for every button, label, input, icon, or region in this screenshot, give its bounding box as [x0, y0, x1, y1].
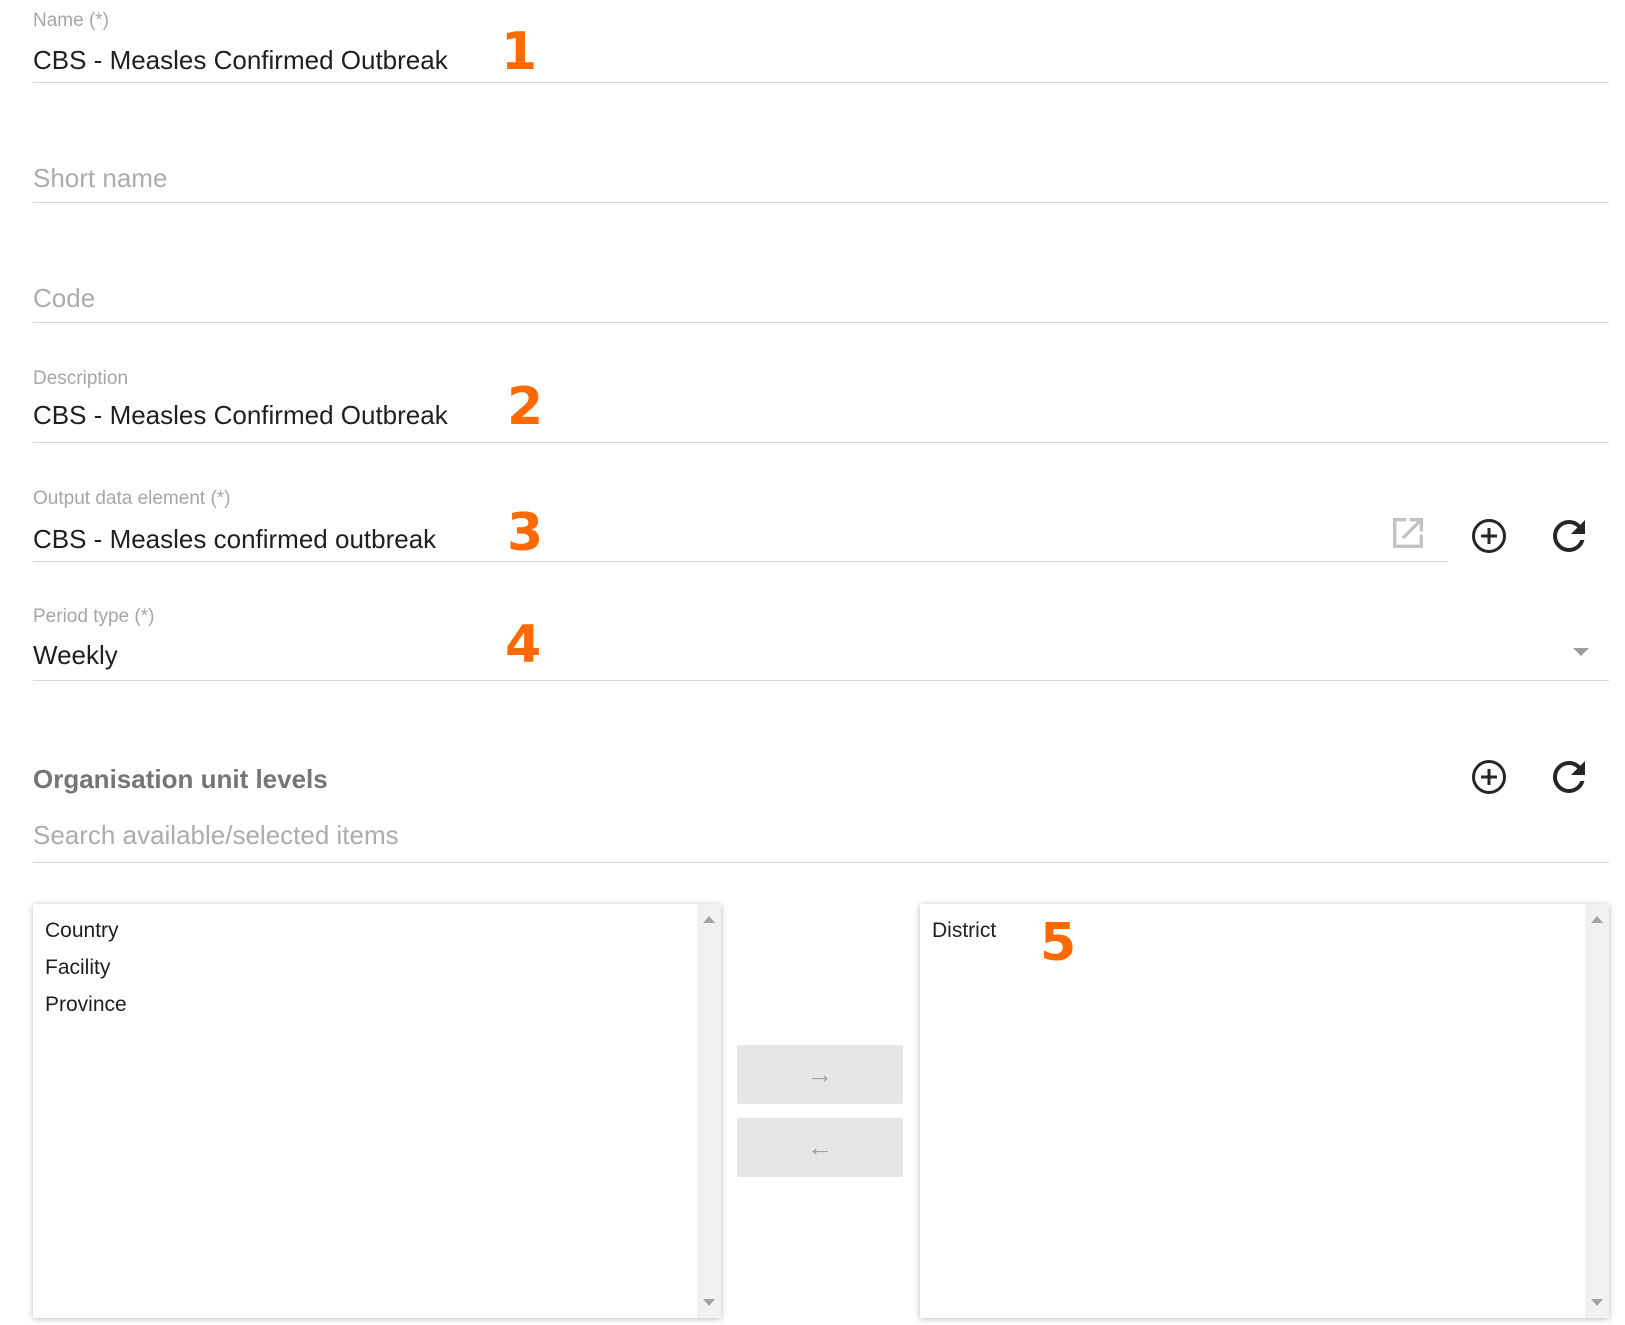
open-in-new-icon[interactable] — [1388, 513, 1428, 553]
short-name-placeholder: Short name — [33, 163, 168, 193]
add-circle-icon — [1472, 760, 1506, 794]
scroll-down-icon[interactable] — [1591, 1299, 1603, 1306]
add-org-unit-level-button[interactable] — [1465, 753, 1513, 801]
refresh-output-data-element-button[interactable] — [1545, 512, 1593, 560]
move-left-button[interactable]: ← — [737, 1118, 903, 1177]
refresh-org-unit-levels-button[interactable] — [1545, 753, 1593, 801]
refresh-icon — [1552, 760, 1585, 793]
period-type-value: Weekly — [33, 640, 118, 670]
period-type-label: Period type (*) — [33, 606, 155, 627]
search-placeholder: Search available/selected items — [33, 820, 399, 850]
move-right-button[interactable]: → — [737, 1045, 903, 1104]
period-type-select[interactable]: Period type (*) Weekly — [33, 600, 1609, 681]
output-data-element-value[interactable]: CBS - Measles confirmed outbreak — [33, 524, 436, 555]
list-item-facility[interactable]: Facility — [45, 949, 691, 986]
scroll-up-icon[interactable] — [703, 916, 715, 923]
code-placeholder: Code — [33, 283, 96, 313]
caret-down-icon — [1573, 648, 1589, 656]
name-value[interactable]: CBS - Measles Confirmed Outbreak — [33, 45, 448, 76]
short-name-field[interactable]: Short name — [33, 120, 1609, 203]
list-item-district[interactable]: District — [932, 912, 1579, 949]
name-field[interactable]: Name (*) CBS - Measles Confirmed Outbrea… — [33, 0, 1609, 83]
list-item-country[interactable]: Country — [45, 912, 691, 949]
marker-4: 4 — [505, 615, 542, 675]
marker-2: 2 — [507, 377, 544, 437]
available-items-list[interactable]: Country Facility Province — [33, 904, 721, 1318]
add-output-data-element-button[interactable] — [1465, 512, 1513, 560]
scroll-up-icon[interactable] — [1591, 916, 1603, 923]
code-field[interactable]: Code — [33, 240, 1609, 323]
output-data-element-label: Output data element (*) — [33, 488, 231, 509]
output-data-element-field[interactable]: Output data element (*) CBS - Measles co… — [33, 480, 1448, 562]
add-circle-icon — [1472, 519, 1506, 553]
marker-1: 1 — [501, 22, 538, 82]
description-value[interactable]: CBS - Measles Confirmed Outbreak — [33, 400, 448, 431]
name-label: Name (*) — [33, 10, 110, 31]
scroll-down-icon[interactable] — [703, 1299, 715, 1306]
org-unit-levels-search[interactable]: Search available/selected items — [33, 810, 1609, 863]
selected-scrollbar[interactable] — [1585, 904, 1609, 1318]
available-scrollbar[interactable] — [697, 904, 721, 1318]
description-field[interactable]: Description CBS - Measles Confirmed Outb… — [33, 360, 1609, 443]
list-item-province[interactable]: Province — [45, 986, 691, 1023]
marker-3: 3 — [507, 503, 544, 563]
refresh-icon — [1552, 519, 1585, 552]
org-unit-levels-title: Organisation unit levels — [33, 764, 328, 794]
selected-items-list[interactable]: District — [920, 904, 1609, 1318]
marker-5: 5 — [1040, 913, 1077, 973]
description-label: Description — [33, 368, 129, 389]
